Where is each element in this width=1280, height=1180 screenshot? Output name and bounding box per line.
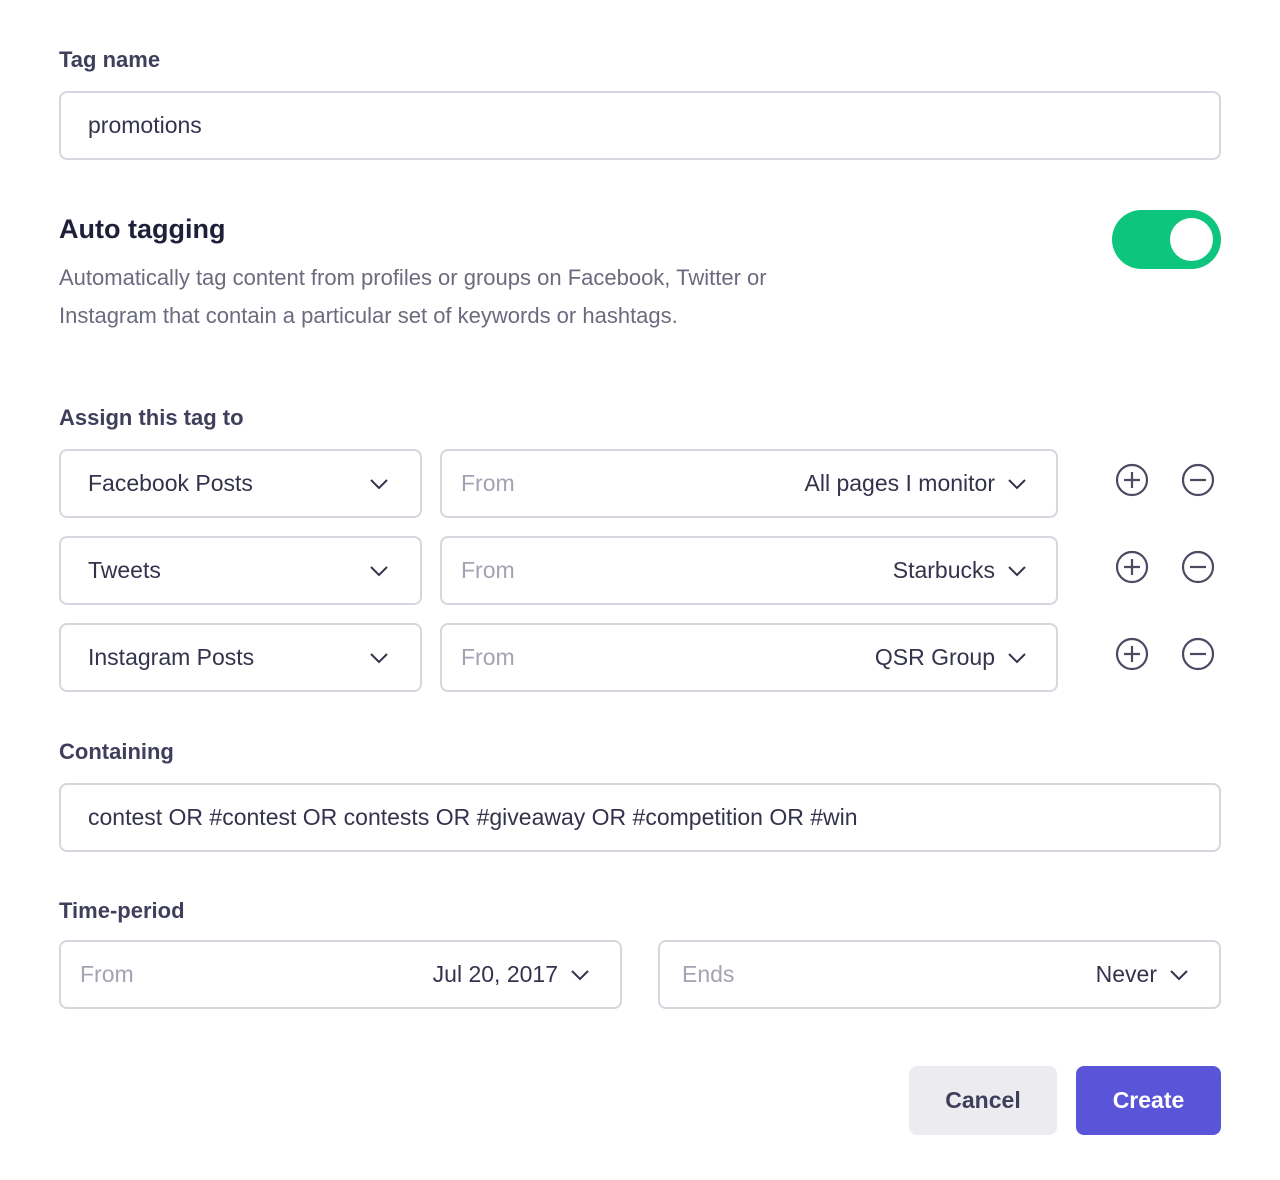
start-date-select[interactable]: From Jul 20, 2017	[59, 940, 622, 1009]
start-date-value: Jul 20, 2017	[432, 961, 558, 987]
remove-row-button[interactable]	[1181, 637, 1215, 671]
containing-label: Containing	[59, 739, 174, 764]
source-select[interactable]: From QSR Group	[440, 623, 1058, 692]
from-label: From	[461, 470, 515, 496]
source-select[interactable]: From All pages I monitor	[440, 449, 1058, 518]
auto-tagging-toggle[interactable]	[1112, 210, 1221, 269]
source-value: All pages I monitor	[804, 470, 995, 496]
keywords-value: contest OR #contest OR contests OR #give…	[88, 804, 858, 830]
cancel-button[interactable]: Cancel	[909, 1066, 1057, 1135]
minus-circle-icon	[1181, 550, 1215, 584]
from-label: From	[80, 961, 134, 987]
create-button[interactable]: Create	[1076, 1066, 1221, 1135]
source-value: QSR Group	[874, 644, 995, 670]
chevron-down-icon	[571, 969, 589, 981]
assign-label: Assign this tag to	[59, 405, 244, 430]
plus-circle-icon	[1115, 637, 1149, 671]
remove-row-button[interactable]	[1181, 463, 1215, 497]
auto-tagging-title: Auto tagging	[59, 214, 226, 244]
minus-circle-icon	[1181, 463, 1215, 497]
content-type-select[interactable]: Facebook Posts	[59, 449, 422, 518]
content-type-value: Tweets	[88, 557, 161, 583]
chevron-down-icon	[370, 565, 388, 577]
remove-row-button[interactable]	[1181, 550, 1215, 584]
end-date-value: Never	[1095, 961, 1157, 987]
content-type-select[interactable]: Instagram Posts	[59, 623, 422, 692]
plus-circle-icon	[1115, 550, 1149, 584]
end-date-select[interactable]: Ends Never	[658, 940, 1221, 1009]
tag-name-value: promotions	[88, 112, 202, 138]
auto-tagging-description: Automatically tag content from profiles …	[59, 265, 767, 328]
from-label: From	[461, 644, 515, 670]
keywords-input[interactable]: contest OR #contest OR contests OR #give…	[59, 783, 1221, 852]
from-label: From	[461, 557, 515, 583]
add-row-button[interactable]	[1115, 637, 1149, 671]
chevron-down-icon	[370, 478, 388, 490]
add-row-button[interactable]	[1115, 463, 1149, 497]
chevron-down-icon	[1008, 565, 1026, 577]
ends-label: Ends	[682, 961, 735, 987]
toggle-knob	[1170, 218, 1213, 261]
tag-name-input[interactable]: promotions	[59, 91, 1221, 160]
add-row-button[interactable]	[1115, 550, 1149, 584]
content-type-value: Facebook Posts	[88, 470, 253, 496]
tag-name-label: Tag name	[59, 47, 161, 72]
chevron-down-icon	[1008, 478, 1026, 490]
source-select[interactable]: From Starbucks	[440, 536, 1058, 605]
source-value: Starbucks	[892, 557, 995, 583]
chevron-down-icon	[1008, 652, 1026, 664]
content-type-select[interactable]: Tweets	[59, 536, 422, 605]
content-type-value: Instagram Posts	[88, 644, 255, 670]
chevron-down-icon	[1170, 969, 1188, 981]
time-period-label: Time-period	[59, 898, 185, 923]
plus-circle-icon	[1115, 463, 1149, 497]
minus-circle-icon	[1181, 637, 1215, 671]
chevron-down-icon	[370, 652, 388, 664]
